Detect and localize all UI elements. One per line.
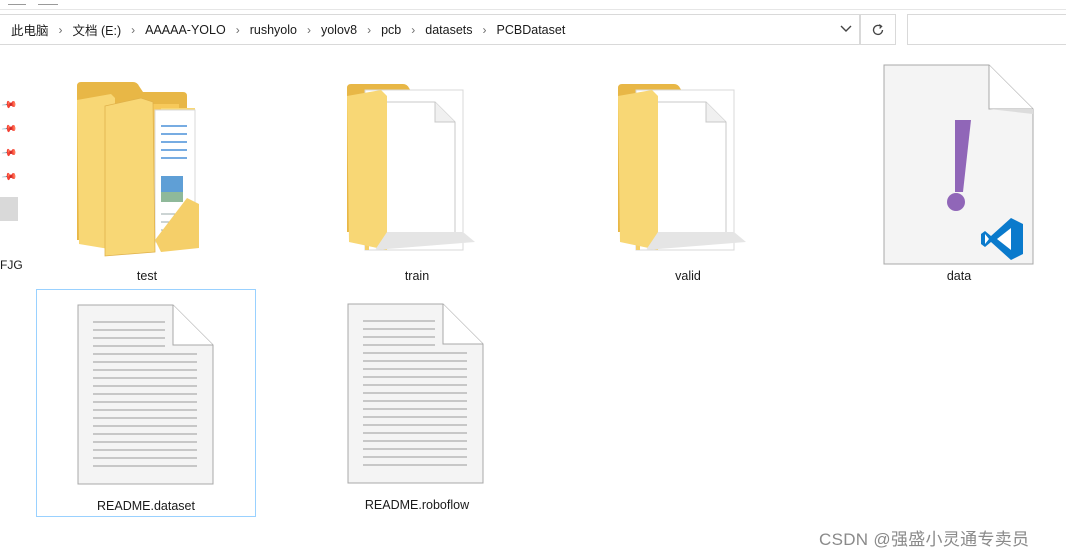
navigation-pane: 📌 📌 📌 📌 — [0, 50, 20, 556]
breadcrumb-separator-icon[interactable]: › — [358, 23, 380, 37]
folder-with-documents-icon — [77, 82, 199, 257]
pin-icon[interactable]: 📌 — [1, 97, 18, 113]
breadcrumb-separator-icon[interactable]: › — [122, 23, 144, 37]
file-item-label: train — [404, 269, 430, 283]
title-strip — [0, 0, 1066, 10]
watermark: CSDN @强盛小灵通专卖员 — [819, 530, 1030, 549]
file-item-label: valid — [675, 269, 701, 283]
chevron-down-icon[interactable] — [833, 24, 859, 36]
breadcrumb-drive-e[interactable]: 文档 (E:) — [72, 20, 123, 39]
pin-icon[interactable]: 📌 — [1, 145, 18, 161]
text-file-icon — [77, 304, 214, 485]
breadcrumb-pcb[interactable]: pcb — [380, 23, 402, 37]
breadcrumb-yolov8[interactable]: yolov8 — [320, 23, 358, 37]
breadcrumb-datasets[interactable]: datasets — [424, 23, 473, 37]
file-item-label: README.roboflow — [364, 498, 470, 512]
search-input[interactable] — [907, 14, 1066, 45]
breadcrumb-separator-icon[interactable]: › — [474, 23, 496, 37]
refresh-icon — [872, 23, 884, 35]
address-bar[interactable]: 此电脑 › 文档 (E:) › AAAAA-YOLO › rushyolo › … — [0, 14, 860, 45]
breadcrumb-separator-icon[interactable]: › — [402, 23, 424, 37]
file-item-test[interactable]: test — [37, 62, 257, 290]
breadcrumb-separator-icon[interactable]: › — [298, 23, 320, 37]
yaml-vscode-file-icon — [883, 64, 1034, 265]
folder-with-document-icon — [347, 84, 475, 251]
file-item-valid[interactable]: valid — [578, 62, 798, 290]
pin-icon[interactable]: 📌 — [1, 121, 18, 137]
file-item-readme-dataset[interactable]: README.dataset — [36, 289, 256, 517]
breadcrumb-aaaaa-yolo[interactable]: AAAAA-YOLO — [144, 23, 227, 37]
file-item-readme-roboflow[interactable]: README.roboflow — [307, 289, 527, 517]
folder-with-document-icon — [618, 84, 746, 251]
refresh-button[interactable] — [860, 14, 896, 45]
file-item-data[interactable]: data — [849, 62, 1066, 290]
file-item-label: data — [946, 269, 972, 283]
breadcrumb-rushyolo[interactable]: rushyolo — [249, 23, 298, 37]
nav-item-label[interactable]: FJG — [0, 258, 23, 272]
breadcrumb: 此电脑 › 文档 (E:) › AAAAA-YOLO › rushyolo › … — [0, 20, 833, 39]
pin-icon[interactable]: 📌 — [1, 169, 18, 185]
breadcrumb-separator-icon[interactable]: › — [50, 23, 72, 37]
file-item-train[interactable]: train — [307, 62, 527, 290]
file-item-label: test — [136, 269, 158, 283]
breadcrumb-separator-icon[interactable]: › — [227, 23, 249, 37]
breadcrumb-this-pc[interactable]: 此电脑 — [10, 20, 50, 39]
text-file-icon — [347, 303, 484, 484]
file-item-label: README.dataset — [97, 499, 195, 513]
nav-item-selected[interactable] — [0, 197, 18, 221]
breadcrumb-pcbdataset[interactable]: PCBDataset — [496, 23, 567, 37]
